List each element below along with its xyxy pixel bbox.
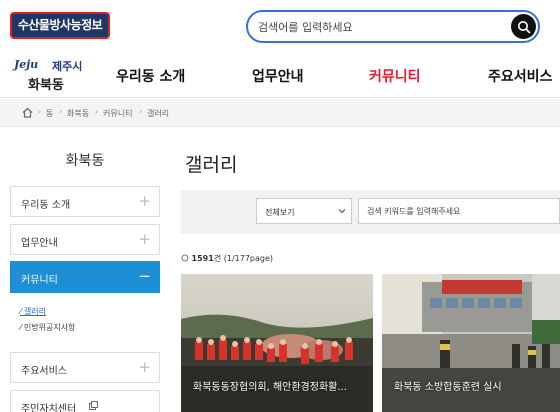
- gallery-card-title: 화북동동장협의회, 해안환경정화활...: [193, 382, 347, 393]
- sub-item-label: 민방위공지사항: [23, 323, 76, 332]
- search-button[interactable]: [511, 14, 536, 39]
- category-select-value: 전체보기: [265, 208, 295, 217]
- sidebar-sub-item-civil-defense[interactable]: ⁄ 민방위공지사항: [20, 322, 75, 333]
- keyword-search-input[interactable]: [358, 198, 560, 224]
- result-count: 1591건 (1/177page): [181, 253, 273, 264]
- top-bar: 수산물방사능정보: [0, 0, 560, 54]
- site-logo[interactable]: Jeju 제주시 화북동: [12, 56, 92, 94]
- sidebar-item-services-guide[interactable]: 업무안내 +: [10, 224, 160, 255]
- logo-dong-text: 화북동: [28, 78, 64, 93]
- breadcrumb-item-hwabuk[interactable]: 화북동: [67, 108, 89, 119]
- search-icon: [517, 20, 530, 33]
- gallery-card-title: 화북동 소방합동훈련 실시: [394, 382, 502, 393]
- plus-icon: +: [138, 358, 151, 376]
- sidebar-item-main-services[interactable]: 주요서비스 +: [10, 352, 160, 383]
- search-input[interactable]: [258, 18, 498, 36]
- sidebar-item-community[interactable]: 커뮤니티 −: [10, 261, 160, 293]
- breadcrumb: › 동 › 화북동 › 커뮤니티 › 갤러리: [0, 99, 560, 127]
- sidebar-item-label: 커뮤니티: [21, 275, 58, 286]
- nav-item-community[interactable]: 커뮤니티: [369, 66, 421, 86]
- breadcrumb-separator: ›: [95, 107, 99, 116]
- minus-icon: −: [138, 267, 151, 285]
- plus-icon: +: [138, 192, 151, 210]
- breadcrumb-separator: ›: [38, 107, 42, 116]
- sidebar-item-residents-center[interactable]: 주민자치센터: [10, 390, 160, 412]
- breadcrumb-item-gallery[interactable]: 갤러리: [147, 108, 169, 119]
- result-unit: 건: [213, 254, 222, 263]
- main-nav: Jeju 제주시 화북동 우리동 소개 업무안내 커뮤니티 주요서비스: [0, 54, 560, 98]
- breadcrumb-separator: ›: [139, 107, 143, 116]
- sub-item-label: 갤러리: [23, 307, 46, 316]
- document-icon: [181, 254, 189, 262]
- sidebar-item-label: 주요서비스: [21, 366, 67, 377]
- sidebar-item-label: 주민자치센터: [21, 404, 77, 412]
- page-title: 갤러리: [185, 154, 238, 176]
- nav-item-main-services[interactable]: 주요서비스: [488, 66, 552, 86]
- sidebar-sub-item-gallery[interactable]: ⁄ 갤러리: [20, 306, 46, 317]
- home-icon[interactable]: [22, 107, 33, 118]
- external-window-icon: [89, 401, 98, 410]
- gallery-filter-bar: 전체보기: [181, 190, 560, 234]
- sidebar-item-label: 업무안내: [21, 238, 58, 249]
- chevron-down-icon: [338, 209, 346, 214]
- gallery-card[interactable]: 화북동 소방합동훈련 실시: [382, 274, 560, 412]
- page-info: (1/177page): [223, 254, 274, 263]
- result-total: 1591: [191, 254, 214, 263]
- seafood-radiation-info-link[interactable]: 수산물방사능정보: [10, 12, 110, 39]
- sidebar-sub-list: ⁄ 갤러리 ⁄ 민방위공지사항: [10, 295, 160, 343]
- category-select[interactable]: 전체보기: [256, 198, 352, 224]
- plus-icon: +: [138, 230, 151, 248]
- logo-jeju-text: Jeju: [14, 58, 39, 71]
- nav-item-about[interactable]: 우리동 소개: [116, 66, 185, 86]
- breadcrumb-item-community[interactable]: 커뮤니티: [103, 108, 132, 119]
- sidebar-item-label: 우리동 소개: [21, 200, 71, 211]
- gallery-card[interactable]: 화북동동장협의회, 해안환경정화활...: [181, 274, 373, 412]
- logo-city-text: 제주시: [52, 60, 83, 73]
- search-box: [246, 10, 540, 43]
- nav-item-services-guide[interactable]: 업무안내: [252, 66, 304, 86]
- sidebar-item-about[interactable]: 우리동 소개 +: [10, 186, 160, 217]
- breadcrumb-separator: ›: [59, 107, 63, 116]
- sidebar-title: 화북동: [65, 153, 105, 169]
- breadcrumb-item-dong[interactable]: 동: [46, 108, 53, 119]
